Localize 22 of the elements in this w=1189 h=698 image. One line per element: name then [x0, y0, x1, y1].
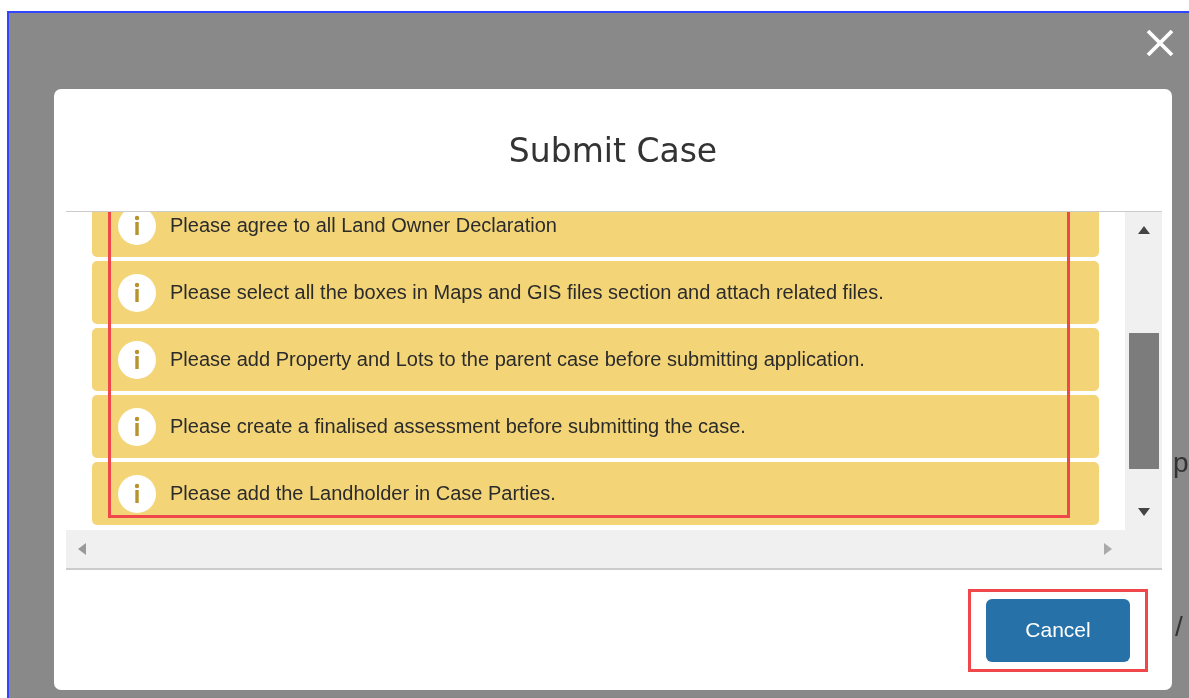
info-icon — [118, 407, 156, 446]
alert-message: Please add the Landholder in Case Parties. — [170, 482, 556, 505]
alert-message: Please select all the boxes in Maps and GIS files section and attach related files. — [170, 281, 884, 304]
vertical-scrollbar[interactable] — [1125, 212, 1162, 530]
background-text: p — [1173, 447, 1189, 479]
dialog-title: Submit Case — [507, 130, 719, 169]
info-icon — [118, 273, 156, 312]
scroll-down-icon[interactable] — [1137, 508, 1150, 516]
horizontal-scrollbar[interactable] — [66, 530, 1162, 570]
info-icon — [118, 474, 156, 513]
close-icon[interactable] — [1145, 28, 1175, 58]
info-icon — [118, 340, 156, 379]
alert-message: Please create a finalised assessment before submitting the case. — [170, 415, 746, 438]
scroll-right-icon[interactable] — [1104, 543, 1112, 555]
cancel-button[interactable]: Cancel — [986, 598, 1130, 662]
scroll-left-icon[interactable] — [78, 543, 86, 555]
scroll-up-icon[interactable] — [1137, 226, 1150, 234]
background-text: / — [1175, 611, 1183, 643]
scrollbar-thumb[interactable] — [1128, 333, 1159, 469]
info-icon — [118, 212, 156, 245]
alert-message: Please add Property and Lots to the parent case before submitting application. — [170, 348, 865, 371]
alert-message: Please agree to all Land Owner Declaration — [170, 214, 557, 237]
